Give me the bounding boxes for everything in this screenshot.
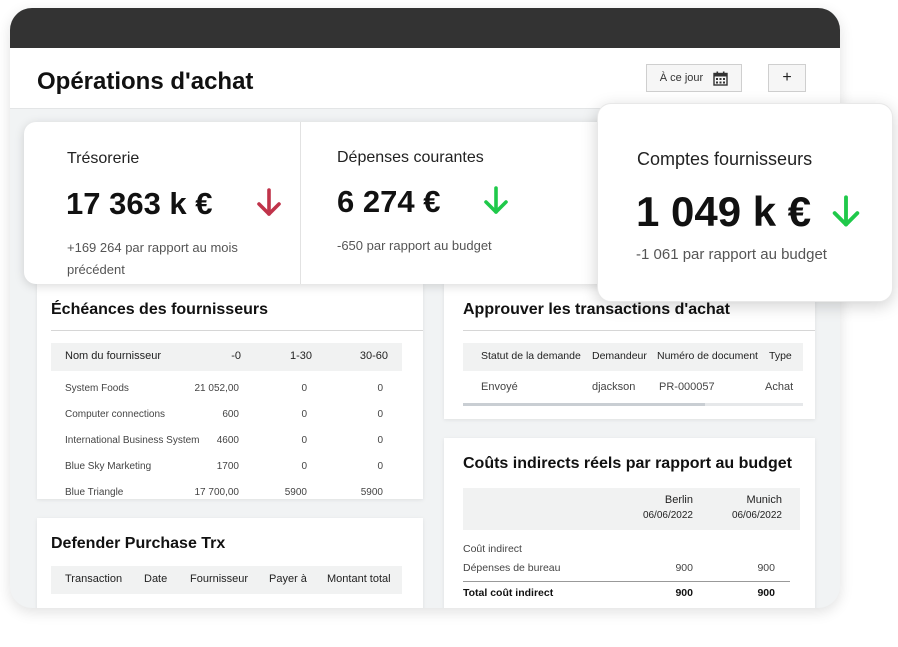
date-filter-label: À ce jour <box>659 72 704 84</box>
amount-1-30: 5900 <box>284 487 307 498</box>
total-row[interactable]: Total coût indirect 900 900 <box>463 587 800 605</box>
date-filter-button[interactable]: À ce jour <box>646 64 742 92</box>
total-berlin: 900 <box>675 587 693 599</box>
app-window: Opérations d'achat À ce jour + Échéances… <box>10 8 840 608</box>
kpi-comparison-line: précédent <box>67 262 125 277</box>
kpi-depenses-courantes[interactable]: Dépenses courantes 6 274 € -650 par rapp… <box>301 122 601 284</box>
indirect-costs-card: Coûts indirects réels par rapport au bud… <box>444 438 815 608</box>
arrow-down-icon <box>832 195 860 227</box>
horizontal-scrollbar[interactable] <box>463 403 803 406</box>
defender-purchase-card: Defender Purchase Trx Transaction Date F… <box>37 518 423 608</box>
amount-0: 17 700,00 <box>194 487 240 498</box>
defender-header-row: Transaction Date Fournisseur Payer à Mon… <box>51 566 402 594</box>
kpi-comptes-fournisseurs[interactable]: Comptes fournisseurs 1 049 k € -1 061 pa… <box>597 103 893 302</box>
amount-30-60: 0 <box>377 435 383 446</box>
kpi-label: Trésorerie <box>67 150 140 167</box>
type: Achat <box>765 381 794 393</box>
window-top-bar <box>10 8 840 48</box>
total-label: Total coût indirect <box>463 587 554 599</box>
amount-1-30: 0 <box>301 383 307 394</box>
kpi-comparison: -650 par rapport au budget <box>337 238 492 253</box>
approve-transactions-title: Approuver les transactions d'achat <box>463 301 730 318</box>
divider <box>51 330 423 331</box>
request-status: Envoyé <box>481 381 518 393</box>
amount-30-60: 5900 <box>360 487 383 498</box>
amount-1-30: 0 <box>301 461 307 472</box>
berlin-value: 900 <box>675 562 693 574</box>
kpi-value: 1 049 k € <box>636 188 812 235</box>
column-date-berlin: 06/06/2022 <box>642 510 693 521</box>
supplier-name: Blue Triangle <box>65 487 124 498</box>
indirect-costs-title: Coûts indirects réels par rapport au bud… <box>463 455 792 472</box>
divider <box>463 581 790 582</box>
supplier-name: Computer connections <box>65 409 166 420</box>
column-header[interactable]: Date <box>144 573 167 585</box>
amount-0: 600 <box>222 409 239 420</box>
amount-1-30: 0 <box>301 409 307 420</box>
kpi-tresorerie[interactable]: Trésorerie 17 363 k € +169 264 par rappo… <box>24 122 301 284</box>
total-munich: 900 <box>757 587 775 599</box>
amount-30-60: 0 <box>377 383 383 394</box>
calendar-icon <box>713 71 728 86</box>
column-header[interactable]: -0 <box>231 350 241 362</box>
page-title: Opérations d'achat <box>37 68 254 95</box>
supplier-name: International Business System <box>65 435 200 446</box>
kpi-value: 6 274 € <box>337 184 441 219</box>
group-label: Coût indirect <box>463 543 522 555</box>
column-header[interactable]: Statut de la demande <box>481 350 581 362</box>
amount-30-60: 0 <box>377 409 383 420</box>
supplier-name: System Foods <box>65 383 129 394</box>
column-header[interactable]: Nom du fournisseur <box>65 350 161 362</box>
approve-transactions-card: Approuver les transactions d'achat Statu… <box>444 283 815 419</box>
column-header[interactable]: Montant total <box>327 573 391 585</box>
kpi-comparison: -1 061 par rapport au budget <box>636 246 827 263</box>
arrow-down-icon <box>257 188 281 216</box>
indirect-header-row: Berlin 06/06/2022 Munich 06/06/2022 <box>463 488 800 530</box>
kpi-panel: Trésorerie 17 363 k € +169 264 par rappo… <box>24 122 620 284</box>
column-header[interactable]: 1-30 <box>290 350 312 362</box>
amount-0: 4600 <box>216 435 239 446</box>
cost-label: Dépenses de bureau <box>463 562 561 574</box>
table-row[interactable]: Computer connections 600 0 0 <box>37 409 423 429</box>
kpi-label: Comptes fournisseurs <box>637 149 813 169</box>
column-date-munich: 06/06/2022 <box>731 510 782 521</box>
arrow-down-icon <box>484 186 508 214</box>
supplier-due-title: Échéances des fournisseurs <box>51 301 268 318</box>
amount-0: 21 052,00 <box>194 383 240 394</box>
column-header[interactable]: Demandeur <box>592 350 647 362</box>
requester: djackson <box>592 381 636 393</box>
table-row[interactable]: International Business System 4600 0 0 <box>37 435 423 455</box>
supplier-due-card: Échéances des fournisseurs Nom du fourni… <box>37 283 423 499</box>
kpi-value: 17 363 k € <box>66 186 213 221</box>
amount-1-30: 0 <box>301 435 307 446</box>
scrollbar-thumb[interactable] <box>463 403 705 406</box>
column-header[interactable]: Transaction <box>65 573 122 585</box>
amount-30-60: 0 <box>377 461 383 472</box>
supplier-name: Blue Sky Marketing <box>65 461 152 472</box>
column-header[interactable]: Fournisseur <box>190 573 248 585</box>
divider <box>463 330 815 331</box>
table-row[interactable]: Blue Triangle 17 700,00 5900 5900 <box>37 487 423 499</box>
defender-purchase-title: Defender Purchase Trx <box>51 535 226 552</box>
table-row[interactable]: Dépenses de bureau 900 900 <box>463 562 800 580</box>
column-header[interactable]: 30-60 <box>360 350 388 362</box>
column-header-berlin[interactable]: Berlin <box>665 494 693 506</box>
kpi-comparison: +169 264 par rapport au mois précédent <box>67 237 238 281</box>
column-header[interactable]: Payer à <box>269 573 307 585</box>
column-header-munich[interactable]: Munich <box>747 494 782 506</box>
munich-value: 900 <box>757 562 775 574</box>
column-header[interactable]: Numéro de document <box>657 350 758 362</box>
column-header[interactable]: Type <box>769 350 792 362</box>
page-header: Opérations d'achat À ce jour + <box>10 48 840 109</box>
add-button[interactable]: + <box>768 64 806 92</box>
kpi-label: Dépenses courantes <box>337 149 484 166</box>
kpi-comparison-line: +169 264 par rapport au mois <box>67 240 238 255</box>
table-row[interactable]: System Foods 21 052,00 0 0 <box>37 383 423 403</box>
amount-0: 1700 <box>216 461 239 472</box>
approve-header-row: Statut de la demande Demandeur Numéro de… <box>463 343 803 371</box>
document-number: PR-000057 <box>659 381 715 393</box>
table-row[interactable]: Envoyé djackson PR-000057 Achat <box>463 381 803 401</box>
supplier-due-header-row: Nom du fournisseur -0 1-30 30-60 <box>51 343 402 371</box>
table-row[interactable]: Blue Sky Marketing 1700 0 0 <box>37 461 423 481</box>
